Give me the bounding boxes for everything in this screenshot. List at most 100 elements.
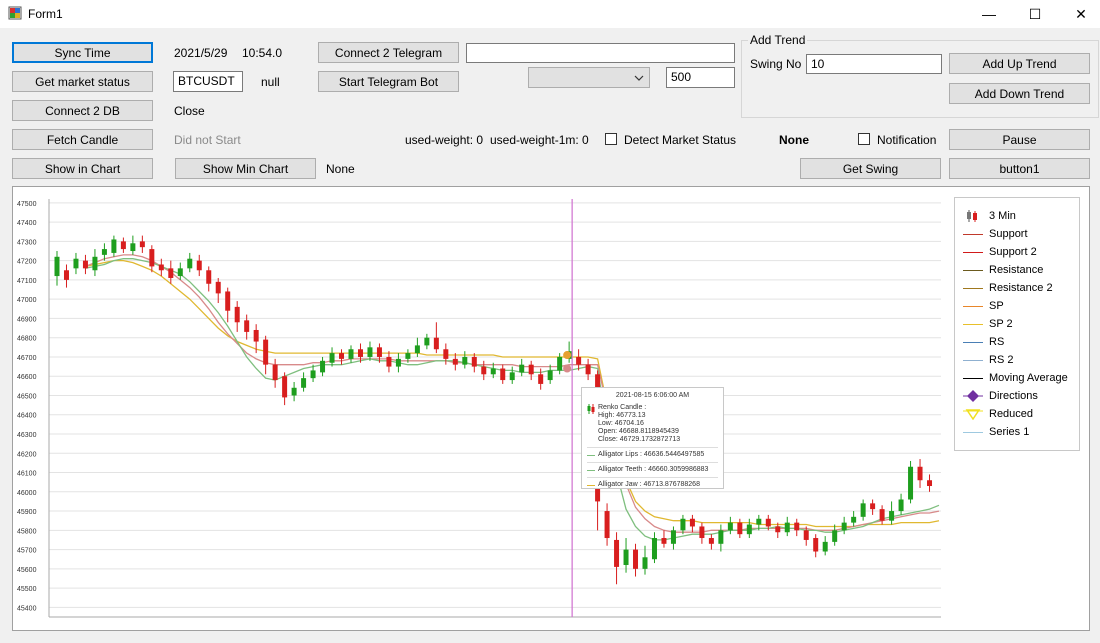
legend-label: Support: [989, 228, 1028, 240]
candle-body: [177, 268, 183, 277]
candle-body: [756, 518, 762, 525]
candle-body: [689, 518, 695, 527]
candle-body: [310, 370, 316, 379]
show-in-chart-button[interactable]: Show in Chart: [12, 158, 153, 179]
notification-checkbox[interactable]: [858, 133, 870, 145]
line-swatch: [963, 228, 983, 240]
jaw-swatch: [587, 484, 595, 486]
legend-item: RS 2: [963, 351, 1013, 369]
tooltip-high: High: 46773.13: [598, 412, 646, 419]
candle-body: [576, 356, 582, 365]
legend-item: Series 1: [963, 423, 1029, 441]
detect-market-status-checkbox[interactable]: [605, 133, 617, 145]
y-tick-label: 46300: [17, 432, 37, 439]
window-title: Form1: [28, 7, 63, 21]
candle-body: [803, 530, 809, 540]
legend-label: SP: [989, 300, 1004, 312]
button1[interactable]: button1: [949, 158, 1090, 179]
highlight-marker: [563, 351, 572, 360]
symbol-input[interactable]: BTCUSDT: [173, 71, 243, 92]
tooltip-open: Open: 46688.8118945439: [598, 428, 679, 435]
candle-body: [92, 256, 98, 271]
y-tick-label: 47300: [17, 239, 37, 246]
y-tick-label: 47500: [17, 201, 37, 208]
y-tick-label: 46600: [17, 374, 37, 381]
used-weight-1m-label: used-weight-1m: 0: [490, 133, 589, 147]
start-telegram-bot-button[interactable]: Start Telegram Bot: [318, 71, 459, 92]
candle-body: [851, 516, 857, 523]
null-label: null: [261, 75, 280, 89]
candle-body: [604, 511, 610, 539]
candle-body: [547, 370, 553, 381]
line-swatch: [963, 426, 983, 438]
pause-button[interactable]: Pause: [949, 129, 1090, 150]
candle-body: [557, 356, 563, 371]
candle-body: [832, 530, 838, 542]
number-input[interactable]: 500: [666, 67, 735, 88]
legend-label: RS 2: [989, 354, 1014, 366]
candle-body: [244, 320, 250, 332]
add-up-trend-button[interactable]: Add Up Trend: [949, 53, 1090, 74]
candle-body: [633, 549, 639, 569]
y-tick-label: 46700: [17, 355, 37, 362]
teeth-swatch: [587, 469, 595, 471]
candle-icon: [963, 210, 983, 222]
add-trend-group: [741, 40, 1099, 118]
y-tick-label: 47400: [17, 220, 37, 227]
y-tick-label: 46900: [17, 316, 37, 323]
candle-body: [528, 364, 534, 375]
title-bar: [0, 0, 1100, 28]
candle-body: [386, 356, 392, 367]
tooltip-close: Close: 46729.1732872713: [598, 436, 681, 443]
show-min-chart-button[interactable]: Show Min Chart: [175, 158, 316, 179]
get-swing-button[interactable]: Get Swing: [800, 158, 941, 179]
lips-swatch: [587, 454, 595, 456]
candle-body: [357, 349, 363, 357]
candle-body: [471, 356, 477, 367]
candle-body: [822, 541, 828, 552]
legend-item: Moving Average: [963, 369, 1068, 387]
candle-body: [718, 530, 724, 544]
sync-time-button[interactable]: Sync Time: [12, 42, 153, 63]
add-down-trend-button[interactable]: Add Down Trend: [949, 83, 1090, 104]
candle-body: [111, 239, 117, 253]
connect-db-button[interactable]: Connect 2 DB: [12, 100, 153, 121]
candle-body: [272, 364, 278, 381]
y-tick-label: 46200: [17, 451, 37, 458]
candle-body: [509, 372, 515, 381]
candle-body: [917, 466, 923, 481]
candlestick-chart[interactable]: 47500 47400 47300 47200 47100 47000 46900 46800…: [13, 187, 948, 630]
close-button[interactable]: ✕: [1058, 0, 1100, 28]
maximize-button[interactable]: ☐: [1012, 0, 1058, 28]
date-label: 2021/5/29: [174, 46, 228, 60]
line-swatch: [963, 354, 983, 366]
tooltip-teeth: Alligator Teeth : 46660.3059986883: [598, 466, 709, 473]
y-tick-label: 47000: [17, 297, 37, 304]
tooltip-date: 2021-08-15 6:06:00 AM: [615, 392, 690, 399]
alligator-teeth-line: [85, 254, 940, 533]
candle-body: [414, 345, 420, 354]
get-market-status-button[interactable]: Get market status: [12, 71, 153, 92]
swing-no-input[interactable]: 10: [806, 54, 942, 74]
minimize-button[interactable]: —: [966, 0, 1012, 28]
legend-item: SP 2: [963, 315, 1013, 333]
line-swatch: [963, 246, 983, 258]
market-combobox[interactable]: [528, 67, 650, 88]
tooltip-low: Low: 46704.16: [598, 420, 644, 427]
line-swatch: [963, 336, 983, 348]
candle-body: [130, 243, 136, 252]
highlight-marker: [563, 364, 572, 373]
db-status-label: Close: [174, 104, 205, 118]
candle-body: [651, 538, 657, 560]
candle-body: [746, 524, 752, 535]
connect-telegram-button[interactable]: Connect 2 Telegram: [318, 42, 459, 63]
telegram-message-input[interactable]: [466, 43, 735, 63]
y-tick-label: 47100: [17, 278, 37, 285]
line-swatch: [963, 318, 983, 330]
candle-body: [433, 337, 439, 350]
candle-body: [642, 557, 648, 569]
fetch-candle-button[interactable]: Fetch Candle: [12, 129, 153, 150]
legend-item: Reduced: [963, 405, 1033, 423]
candle-body: [443, 349, 449, 359]
candle-body: [870, 503, 876, 510]
